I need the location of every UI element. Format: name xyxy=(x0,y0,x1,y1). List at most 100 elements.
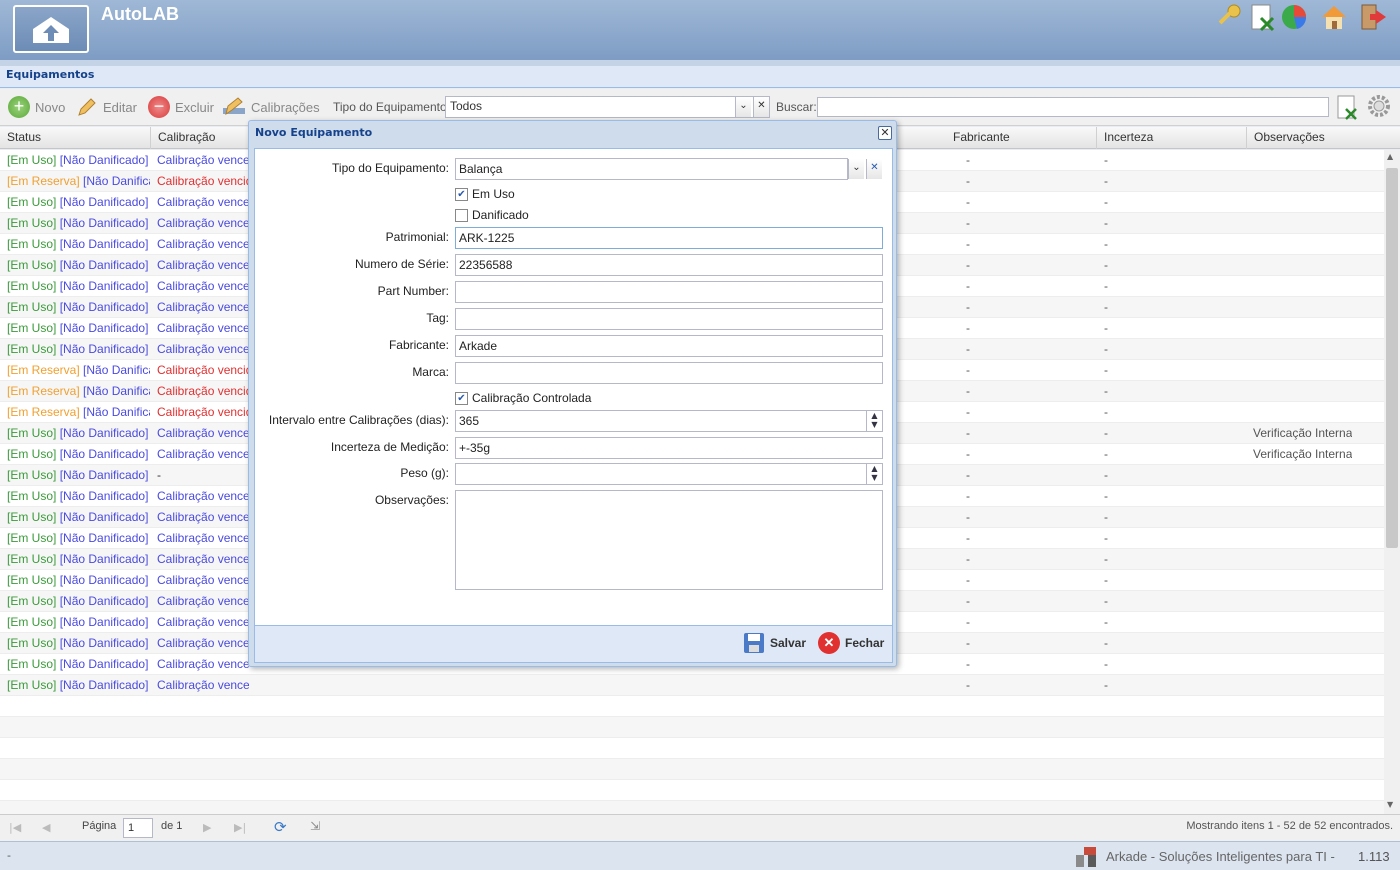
tipo-filter-select[interactable]: Todos xyxy=(445,96,770,118)
dano-status: [Não Danificado] xyxy=(59,342,149,356)
last-page-icon[interactable]: ▶| xyxy=(234,821,246,834)
pager: |◀ ◀ Página 1 de 1 ▶ ▶| ⟳ ⇲ Mostrando it… xyxy=(0,814,1400,841)
fabricante-cell: - xyxy=(966,363,970,377)
dano-status: [Não Danificado] xyxy=(59,195,149,209)
col-calibracao[interactable]: Calibração xyxy=(151,127,251,149)
chevron-down-icon[interactable]: ⌄ xyxy=(848,159,864,179)
fabricante-cell: - xyxy=(966,594,970,608)
scroll-up-icon[interactable]: ▲ xyxy=(1387,152,1393,161)
peso-input[interactable] xyxy=(455,463,883,485)
app-version: 1.113 xyxy=(1358,849,1390,864)
dano-status: [Não Danificado] xyxy=(59,531,149,545)
patrimonial-label: Patrimonial: xyxy=(385,230,449,244)
uso-status: [Em Uso] xyxy=(7,237,57,251)
incerteza-cell: - xyxy=(1104,279,1108,293)
uso-status: [Em Uso] xyxy=(7,573,57,587)
dialog-title: Novo Equipamento xyxy=(255,126,373,139)
serie-input[interactable]: 22356588 xyxy=(455,254,883,276)
fabricante-cell: - xyxy=(966,300,970,314)
col-status[interactable]: Status xyxy=(0,127,151,149)
excel-export-icon[interactable] xyxy=(1334,94,1360,120)
calibracao-cell: Calibração vencerá xyxy=(157,678,249,692)
empty-row xyxy=(0,717,1384,738)
home-icon[interactable] xyxy=(1319,2,1349,32)
incerteza-input[interactable]: +-35g xyxy=(455,437,883,459)
status-cell: [Em Uso] [Não Danificado] xyxy=(7,426,150,440)
danificado-checkbox[interactable]: Danificado xyxy=(455,208,529,222)
fabricante-input[interactable]: Arkade xyxy=(455,335,883,357)
pie-chart-icon[interactable] xyxy=(1279,2,1309,32)
prev-page-icon[interactable]: ◀ xyxy=(42,821,50,834)
uso-status: [Em Uso] xyxy=(7,468,57,482)
first-page-icon[interactable]: |◀ xyxy=(9,821,21,834)
dano-status: [Não Danificado] xyxy=(59,552,149,566)
peso-stepper[interactable]: ▲ ▼ xyxy=(866,464,882,484)
fechar-button[interactable]: ✕ Fechar xyxy=(818,632,884,654)
uso-status: [Em Uso] xyxy=(7,258,57,272)
calibracoes-button[interactable]: Calibrações xyxy=(222,94,320,120)
key-icon[interactable] xyxy=(1214,2,1244,32)
intervalo-input[interactable]: 365 xyxy=(455,410,883,432)
uso-status: [Em Uso] xyxy=(7,153,57,167)
page-input[interactable]: 1 xyxy=(123,818,153,838)
novo-button[interactable]: + Novo xyxy=(8,94,65,120)
uso-status: [Em Uso] xyxy=(7,552,57,566)
uso-status: [Em Uso] xyxy=(7,489,57,503)
gear-icon[interactable] xyxy=(1367,94,1391,118)
incerteza-cell: - xyxy=(1104,468,1108,482)
fabricante-cell: - xyxy=(966,678,970,692)
table-row[interactable]: [Em Uso] [Não Danificado] Calibração venc… xyxy=(0,675,1384,696)
col-incerteza[interactable]: Incerteza xyxy=(1097,127,1247,149)
clear-icon[interactable]: ✕ xyxy=(866,159,882,179)
excel-report-icon[interactable] xyxy=(1247,2,1277,32)
status-cell: [Em Uso] [Não Danificado] xyxy=(7,321,150,335)
calibracao-cell: Calibração vencerá xyxy=(157,342,249,356)
tipo-filter-value: Todos xyxy=(450,99,483,113)
col-observacoes[interactable]: Observações xyxy=(1247,127,1384,149)
patrimonial-input[interactable]: ARK-1225 xyxy=(455,227,883,249)
calibracao-controlada-checkbox[interactable]: ✔ Calibração Controlada xyxy=(455,391,591,405)
refresh-icon[interactable]: ⟳ xyxy=(274,818,287,836)
uso-status: [Em Uso] xyxy=(7,678,57,692)
intervalo-stepper[interactable]: ▲ ▼ xyxy=(866,411,882,431)
tipo-select[interactable]: Balança xyxy=(455,158,848,180)
dano-status: [Não Danificado] xyxy=(59,594,149,608)
fabricante-cell: - xyxy=(966,426,970,440)
next-page-icon[interactable]: ▶ xyxy=(203,821,211,834)
chevron-down-icon[interactable]: ⌄ xyxy=(735,97,751,117)
incerteza-cell: - xyxy=(1104,510,1108,524)
marca-input[interactable] xyxy=(455,362,883,384)
status-cell: [Em Uso] [Não Danificado] xyxy=(7,594,150,608)
calibracao-controlada-label: Calibração Controlada xyxy=(472,391,592,405)
dialog-footer: Salvar ✕ Fechar xyxy=(254,626,893,663)
logout-icon[interactable] xyxy=(1358,2,1388,32)
scrollbar-thumb[interactable] xyxy=(1386,168,1398,548)
calibracao-cell: Calibração vencida xyxy=(157,363,249,377)
home-logo-button[interactable] xyxy=(13,5,89,53)
excluir-button[interactable]: − Excluir xyxy=(148,94,214,120)
scroll-down-icon[interactable]: ▼ xyxy=(1387,800,1393,809)
em-uso-checkbox[interactable]: ✔ Em Uso xyxy=(455,187,515,201)
calibracao-cell: Calibração vencerá xyxy=(157,594,249,608)
excluir-label: Excluir xyxy=(175,99,215,115)
editar-button[interactable]: Editar xyxy=(76,94,137,120)
salvar-button[interactable]: Salvar xyxy=(743,632,806,654)
calibracao-cell: Calibração vencerá xyxy=(157,447,249,461)
calibracao-cell: Calibração vencerá xyxy=(157,300,249,314)
save-icon xyxy=(744,633,764,653)
close-icon[interactable]: ✕ xyxy=(878,126,892,140)
search-input[interactable] xyxy=(817,97,1329,117)
salvar-label: Salvar xyxy=(770,636,807,650)
observacoes-textarea[interactable] xyxy=(455,490,883,590)
part-number-input[interactable] xyxy=(455,281,883,303)
calibracao-cell: Calibração vencerá xyxy=(157,321,249,335)
status-cell: [Em Uso] [Não Danificado] xyxy=(7,657,150,671)
clear-filter-icon[interactable]: ⇲ xyxy=(310,819,320,833)
clear-icon[interactable]: ✕ xyxy=(753,97,769,117)
tag-input[interactable] xyxy=(455,308,883,330)
col-fabricante[interactable]: Fabricante xyxy=(946,127,1097,149)
fabricante-cell: - xyxy=(966,216,970,230)
fabricante-cell: - xyxy=(966,321,970,335)
incerteza-cell: - xyxy=(1104,489,1108,503)
calibracao-cell: Calibração vencerá xyxy=(157,426,249,440)
